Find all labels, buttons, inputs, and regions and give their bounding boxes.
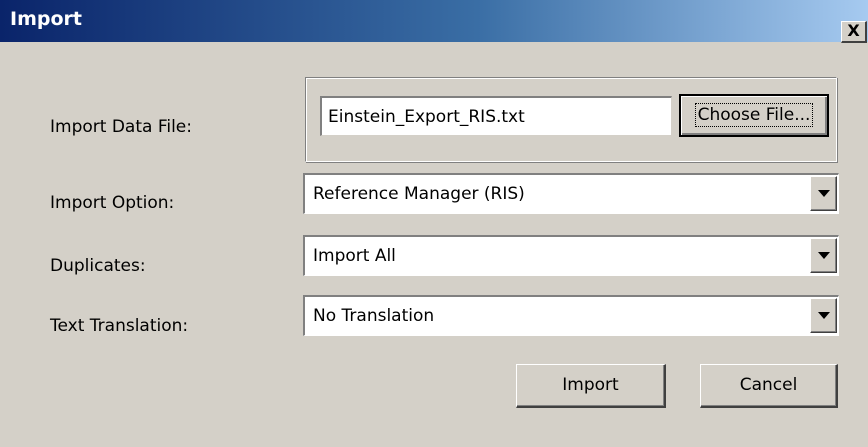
close-button[interactable]: X [841, 21, 867, 43]
text-translation-label: Text Translation: [50, 316, 189, 336]
import-option-dropdown-button[interactable] [810, 176, 837, 211]
title-bar[interactable]: Import X [0, 0, 868, 43]
duplicates-dropdown-button[interactable] [810, 238, 837, 273]
import-file-input[interactable] [320, 96, 672, 136]
import-dialog: Import X Import Data File: Choose File..… [0, 0, 868, 447]
duplicates-value: Import All [313, 246, 396, 266]
choose-file-label: Choose File... [694, 103, 814, 127]
import-option-label: Import Option: [50, 193, 175, 213]
import-option-select[interactable]: Reference Manager (RIS) [303, 173, 839, 214]
text-translation-select[interactable]: No Translation [303, 295, 839, 336]
text-translation-dropdown-button[interactable] [810, 298, 837, 333]
duplicates-label: Duplicates: [50, 256, 146, 276]
choose-file-button[interactable]: Choose File... [679, 94, 829, 137]
chevron-down-icon [818, 312, 830, 319]
cancel-button[interactable]: Cancel [700, 364, 838, 408]
import-button[interactable]: Import [516, 364, 666, 408]
text-translation-value: No Translation [313, 306, 435, 326]
chevron-down-icon [818, 252, 830, 259]
import-option-value: Reference Manager (RIS) [313, 184, 525, 204]
close-icon: X [847, 21, 860, 40]
import-data-file-label: Import Data File: [50, 117, 192, 137]
duplicates-select[interactable]: Import All [303, 235, 839, 276]
window-title: Import [10, 8, 82, 30]
chevron-down-icon [818, 190, 830, 197]
